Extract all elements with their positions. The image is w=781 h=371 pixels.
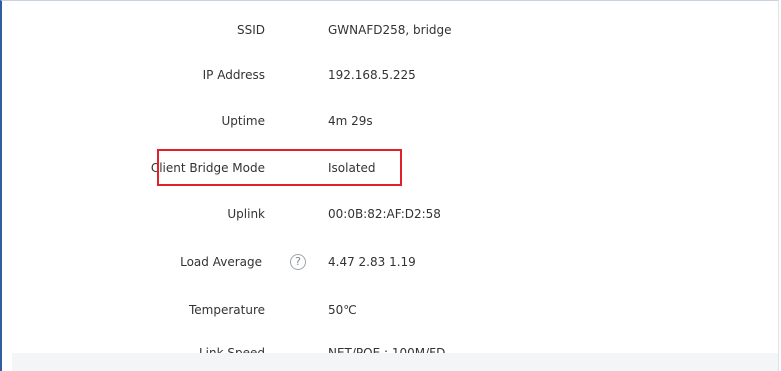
uptime-value: 4m 29s (328, 114, 373, 128)
uptime-row: Uptime 4m 29s (0, 111, 760, 131)
load-average-label: Load Average (180, 255, 262, 269)
help-icon[interactable]: ? (290, 254, 306, 270)
footer-band (12, 353, 778, 371)
uplink-row: Uplink 00:0B:82:AF:D2:58 (0, 204, 760, 224)
ssid-row: SSID GWNAFD258, bridge (0, 20, 760, 40)
ssid-label: SSID (236, 23, 265, 37)
uptime-label: Uptime (221, 114, 265, 128)
temperature-value: 50℃ (328, 303, 357, 317)
uplink-label: Uplink (227, 207, 265, 221)
uplink-value: 00:0B:82:AF:D2:58 (328, 207, 441, 221)
load-average-value: 4.47 2.83 1.19 (328, 255, 416, 269)
ssid-value: GWNAFD258, bridge (328, 23, 452, 37)
load-average-row: Load Average ? 4.47 2.83 1.19 (0, 252, 760, 272)
temperature-label: Temperature (188, 303, 265, 317)
ip-address-value: 192.168.5.225 (328, 68, 416, 82)
highlight-box (157, 149, 402, 186)
ip-address-label: IP Address (202, 68, 265, 82)
temperature-row: Temperature 50℃ (0, 300, 760, 320)
ip-address-row: IP Address 192.168.5.225 (0, 65, 760, 85)
